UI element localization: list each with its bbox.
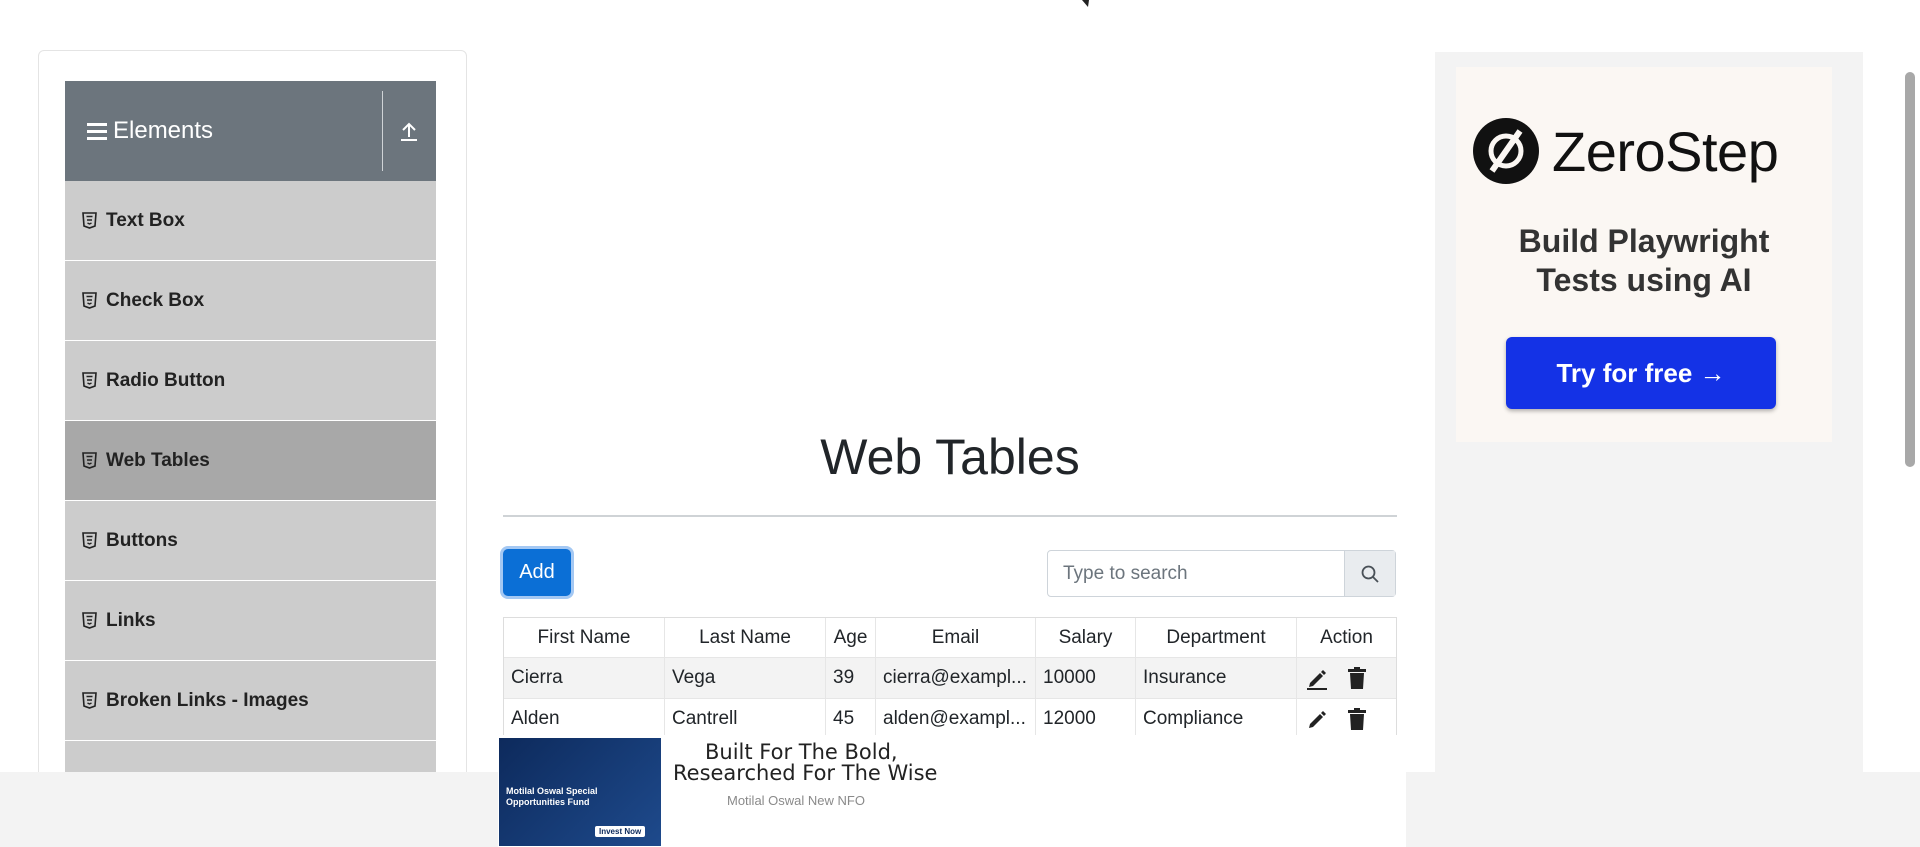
zerostep-logo: ZeroStep bbox=[1472, 117, 1779, 185]
html5-icon bbox=[82, 452, 97, 469]
ad-headline-line-2: Researched For The Wise bbox=[673, 761, 938, 785]
delete-icon[interactable] bbox=[1346, 707, 1368, 731]
table-header-row: First Name Last Name Age Email Salary De… bbox=[504, 618, 1396, 658]
sidebar-item-broken-links[interactable]: Broken Links - Images bbox=[65, 661, 436, 741]
tagline-line-2: Tests using AI bbox=[1536, 262, 1752, 298]
ad-thumbnail-text: Motilal Oswal Special Opportunities Fund bbox=[506, 786, 598, 807]
cell-email: alden@exampl... bbox=[876, 699, 1036, 735]
cell-last-name: Cantrell bbox=[665, 699, 826, 735]
zerostep-tagline: Build Playwright Tests using AI bbox=[1456, 222, 1832, 300]
web-table: First Name Last Name Age Email Salary De… bbox=[503, 617, 1397, 735]
sidebar-item-label: Web Tables bbox=[106, 449, 210, 471]
sidebar-item-label: Broken Links - Images bbox=[106, 689, 309, 711]
collapse-up-icon[interactable] bbox=[399, 121, 419, 143]
column-header-first-name[interactable]: First Name bbox=[504, 618, 665, 657]
html5-icon bbox=[82, 372, 97, 389]
cell-email: cierra@exampl... bbox=[876, 658, 1036, 698]
group-title: Elements bbox=[113, 117, 214, 144]
search-button[interactable] bbox=[1344, 551, 1395, 596]
cell-department: Insurance bbox=[1136, 658, 1297, 698]
caret-icon bbox=[1082, 0, 1089, 7]
page-title: Web Tables bbox=[820, 429, 1080, 485]
html5-icon bbox=[82, 612, 97, 629]
ad-thumbnail-cta: Invest Now bbox=[595, 826, 646, 837]
cell-age: 45 bbox=[826, 699, 876, 735]
zerostep-logo-icon bbox=[1473, 118, 1539, 184]
header-divider bbox=[382, 91, 383, 171]
sidebar-item-label: Text Box bbox=[106, 209, 185, 231]
sidebar-item-text-box[interactable]: Text Box bbox=[65, 181, 436, 261]
cell-first-name: Alden bbox=[504, 699, 665, 735]
edit-icon[interactable] bbox=[1305, 666, 1329, 690]
sidebar-item-label: Radio Button bbox=[106, 369, 226, 391]
title-divider bbox=[503, 515, 1397, 517]
ad-thumbnail[interactable]: Motilal Oswal Special Opportunities Fund… bbox=[499, 738, 661, 846]
bottom-ad[interactable]: Motilal Oswal Special Opportunities Fund… bbox=[498, 738, 1406, 847]
edit-icon[interactable] bbox=[1305, 707, 1329, 731]
ad-headline-line-1: Built For The Bold, bbox=[705, 740, 898, 764]
sidebar-item-web-tables[interactable]: Web Tables bbox=[65, 421, 436, 501]
menu-icon bbox=[87, 123, 107, 140]
column-header-last-name[interactable]: Last Name bbox=[665, 618, 826, 657]
column-header-salary[interactable]: Salary bbox=[1036, 618, 1136, 657]
sidebar-menu: Text Box Check Box Radio Button Web Tabl… bbox=[65, 181, 436, 821]
delete-icon[interactable] bbox=[1346, 666, 1368, 690]
cell-first-name: Cierra bbox=[504, 658, 665, 698]
table-row: Cierra Vega 39 cierra@exampl... 10000 In… bbox=[504, 658, 1396, 699]
cell-salary: 12000 bbox=[1036, 699, 1136, 735]
sidebar-item-radio-button[interactable]: Radio Button bbox=[65, 341, 436, 421]
sidebar-item-links[interactable]: Links bbox=[65, 581, 436, 661]
sidebar-item-label: Links bbox=[106, 609, 156, 631]
zerostep-brand: ZeroStep bbox=[1552, 119, 1779, 183]
cell-action bbox=[1297, 658, 1396, 698]
cell-salary: 10000 bbox=[1036, 658, 1136, 698]
tagline-line-1: Build Playwright bbox=[1518, 223, 1770, 259]
ad-headline[interactable]: Built For The Bold, Researched For The W… bbox=[673, 742, 937, 784]
cell-action bbox=[1297, 699, 1396, 735]
vertical-scrollbar[interactable] bbox=[1905, 72, 1915, 467]
html5-icon bbox=[82, 212, 97, 229]
cell-department: Compliance bbox=[1136, 699, 1297, 735]
search-icon bbox=[1361, 565, 1379, 583]
table-row: Alden Cantrell 45 alden@exampl... 12000 … bbox=[504, 699, 1396, 735]
sidebar-item-buttons[interactable]: Buttons bbox=[65, 501, 436, 581]
add-button[interactable]: Add bbox=[503, 549, 571, 596]
html5-icon bbox=[82, 292, 97, 309]
html5-icon bbox=[82, 692, 97, 709]
sidebar-item-label: Buttons bbox=[106, 529, 178, 551]
column-header-department[interactable]: Department bbox=[1136, 618, 1297, 657]
html5-icon bbox=[82, 532, 97, 549]
sidebar-item-label: Check Box bbox=[106, 289, 205, 311]
zerostep-ad[interactable]: ZeroStep Build Playwright Tests using AI… bbox=[1456, 67, 1832, 442]
try-for-free-button[interactable]: Try for free → bbox=[1506, 337, 1776, 409]
cell-age: 39 bbox=[826, 658, 876, 698]
search-input[interactable] bbox=[1048, 551, 1344, 596]
ad-source: Motilal Oswal New NFO bbox=[727, 793, 865, 808]
sidebar-item-check-box[interactable]: Check Box bbox=[65, 261, 436, 341]
column-header-email[interactable]: Email bbox=[876, 618, 1036, 657]
column-header-age[interactable]: Age bbox=[826, 618, 876, 657]
cell-last-name: Vega bbox=[665, 658, 826, 698]
elements-group-header[interactable]: Elements bbox=[65, 81, 436, 181]
column-header-action[interactable]: Action bbox=[1297, 618, 1396, 657]
search-box bbox=[1047, 550, 1396, 597]
